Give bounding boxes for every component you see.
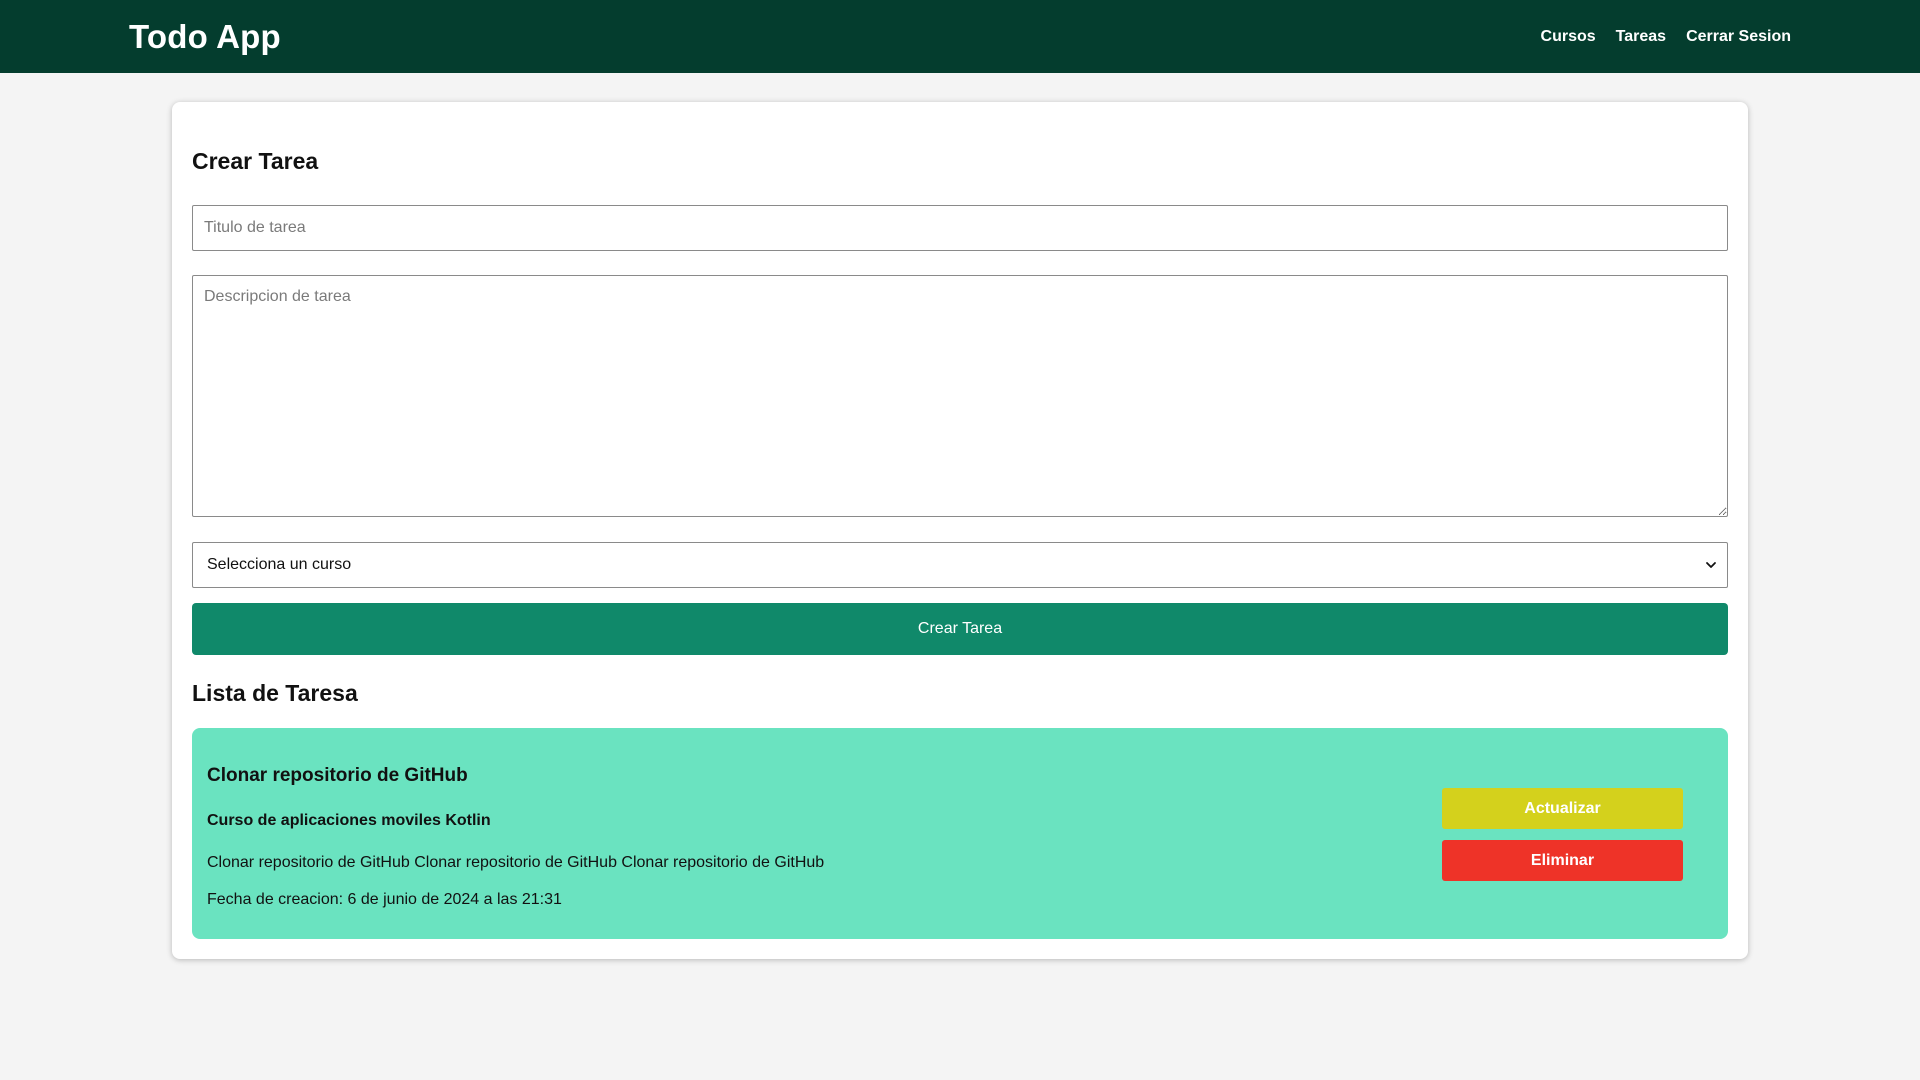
course-select-value: Selecciona un curso: [207, 556, 352, 573]
chevron-down-icon: [1706, 562, 1716, 568]
course-select[interactable]: Selecciona un curso: [192, 542, 1728, 588]
task-created-date: Fecha de creacion: 6 de junio de 2024 a …: [207, 891, 562, 908]
task-list-heading: Lista de Taresa: [192, 680, 358, 706]
task-description: Clonar repositorio de GitHub Clonar repo…: [207, 854, 825, 871]
delete-task-button[interactable]: Eliminar: [1442, 840, 1683, 881]
main-card: Crear Tarea Selecciona un curso Crear Ta…: [172, 102, 1748, 959]
nav-link-cerrar-sesion[interactable]: Cerrar Sesion: [1686, 28, 1791, 46]
task-description-textarea[interactable]: [192, 275, 1728, 517]
task-card: Clonar repositorio de GitHub Curso de ap…: [192, 728, 1728, 939]
update-task-button[interactable]: Actualizar: [1442, 788, 1683, 829]
nav-link-cursos[interactable]: Cursos: [1541, 28, 1596, 46]
task-title: Clonar repositorio de GitHub: [207, 765, 468, 786]
brand-logo[interactable]: Todo App: [129, 18, 281, 56]
task-course: Curso de aplicaciones moviles Kotlin: [207, 812, 491, 829]
task-title-input[interactable]: [192, 205, 1728, 251]
create-task-button[interactable]: Crear Tarea: [192, 603, 1728, 655]
nav-links: Cursos Tareas Cerrar Sesion: [1541, 28, 1791, 46]
navbar: Todo App Cursos Tareas Cerrar Sesion: [0, 0, 1920, 73]
create-task-heading: Crear Tarea: [192, 148, 319, 174]
nav-link-tareas[interactable]: Tareas: [1616, 28, 1666, 46]
